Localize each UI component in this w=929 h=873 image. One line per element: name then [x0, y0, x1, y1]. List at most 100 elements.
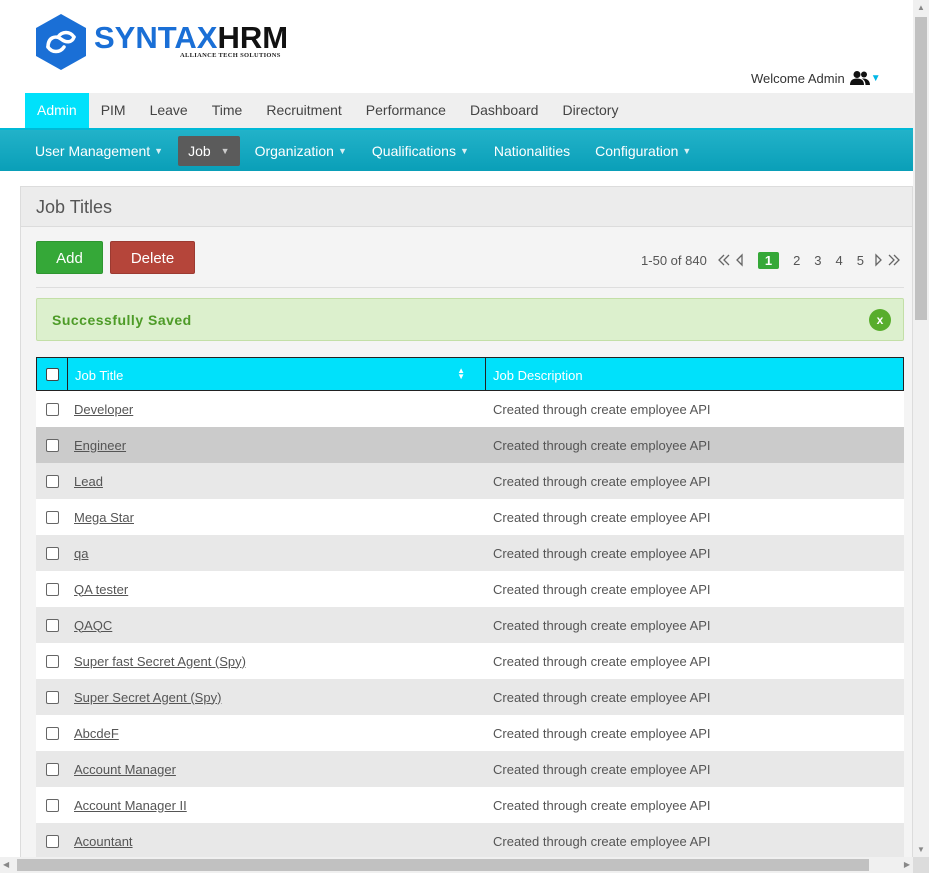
- pagination-count: 1-50 of 840: [641, 252, 707, 268]
- top-menu: Admin PIM Leave Time Recruitment Perform…: [25, 93, 913, 131]
- job-title-cell: Super Secret Agent (Spy): [68, 690, 487, 705]
- job-title-link[interactable]: Lead: [74, 474, 103, 489]
- job-title-link[interactable]: qa: [74, 546, 88, 561]
- top-menu-time[interactable]: Time: [200, 93, 255, 128]
- page-2[interactable]: 2: [793, 253, 800, 268]
- job-title-link[interactable]: Acountant: [74, 834, 133, 849]
- row-checkbox[interactable]: [45, 618, 59, 632]
- row-checkbox[interactable]: [45, 438, 59, 452]
- row-checkbox[interactable]: [45, 474, 59, 488]
- horizontal-scrollbar[interactable]: ◀ ▶: [0, 857, 913, 873]
- job-title-cell: Super fast Secret Agent (Spy): [68, 654, 487, 669]
- page-5[interactable]: 5: [857, 253, 864, 268]
- delete-button[interactable]: Delete: [110, 241, 195, 274]
- job-title-link[interactable]: Account Manager II: [74, 798, 187, 813]
- top-menu-performance[interactable]: Performance: [354, 93, 458, 128]
- users-icon: [849, 71, 870, 85]
- row-checkbox[interactable]: [45, 690, 59, 704]
- job-description-cell: Created through create employee API: [493, 509, 711, 525]
- job-description-cell: Created through create employee API: [493, 437, 711, 453]
- job-title-link[interactable]: Super Secret Agent (Spy): [74, 690, 221, 705]
- job-title-link[interactable]: Engineer: [74, 438, 126, 453]
- job-description-cell: Created through create employee API: [493, 833, 711, 849]
- horizontal-scroll-thumb[interactable]: [17, 859, 869, 871]
- vertical-scroll-thumb[interactable]: [915, 17, 927, 320]
- row-checkbox[interactable]: [45, 510, 59, 524]
- row-checkbox[interactable]: [45, 654, 59, 668]
- top-menu-dashboard[interactable]: Dashboard: [458, 93, 551, 128]
- row-checkbox-cell: [36, 726, 68, 740]
- sub-menu-nationalities[interactable]: Nationalities: [484, 136, 580, 166]
- previous-page-icon[interactable]: [733, 253, 747, 267]
- row-checkbox-cell: [36, 510, 68, 524]
- page-3[interactable]: 3: [814, 253, 821, 268]
- page-1[interactable]: 1: [757, 251, 780, 269]
- job-description-cell: Created through create employee API: [493, 545, 711, 561]
- row-checkbox-cell: [36, 582, 68, 596]
- next-page-icon[interactable]: [871, 253, 885, 267]
- page-4[interactable]: 4: [836, 253, 843, 268]
- close-icon[interactable]: x: [869, 309, 891, 331]
- table-row: Developer Created through create employee…: [36, 391, 904, 427]
- row-checkbox-cell: [36, 546, 68, 560]
- sub-menu-label: Qualifications: [371, 142, 456, 159]
- row-checkbox[interactable]: [45, 762, 59, 776]
- job-title-link[interactable]: Mega Star: [74, 510, 134, 525]
- top-menu-recruitment[interactable]: Recruitment: [254, 93, 353, 128]
- logo-accent-text: HRM: [217, 20, 289, 55]
- vertical-scrollbar[interactable]: ▲ ▼: [913, 0, 929, 857]
- sub-menu-label: Configuration: [595, 142, 679, 159]
- sub-menu-qualifications[interactable]: Qualifications ▼: [362, 136, 479, 166]
- row-checkbox[interactable]: [45, 798, 59, 812]
- column-header-job-description: Job Description: [493, 368, 583, 383]
- logo[interactable]: SYNTAXHRM ALLIANCE TECH SOLUTIONS: [34, 13, 294, 73]
- row-checkbox[interactable]: [45, 726, 59, 740]
- table-row: Lead Created through create employee API: [36, 463, 904, 499]
- table-body: Developer Created through create employee…: [36, 391, 904, 859]
- sub-menu-user-management[interactable]: User Management ▼: [25, 136, 173, 166]
- welcome-menu[interactable]: Welcome Admin ▼: [751, 70, 881, 86]
- job-title-link[interactable]: Super fast Secret Agent (Spy): [74, 654, 246, 669]
- job-title-link[interactable]: QAQC: [74, 618, 112, 633]
- row-checkbox[interactable]: [45, 546, 59, 560]
- job-title-cell: qa: [68, 546, 487, 561]
- last-page-icon[interactable]: [887, 253, 901, 267]
- row-checkbox-cell: [36, 690, 68, 704]
- row-checkbox[interactable]: [45, 582, 59, 596]
- column-header-job-title[interactable]: Job Title ▲ ▼: [68, 358, 486, 390]
- logo-main-text: SYNTAX: [94, 20, 218, 55]
- job-description-cell: Created through create employee API: [493, 797, 711, 813]
- job-title-cell: Engineer: [68, 438, 487, 453]
- scroll-up-icon[interactable]: ▲: [917, 3, 925, 12]
- job-title-link[interactable]: Developer: [74, 402, 133, 417]
- logo-hex-icon: [36, 14, 86, 70]
- first-page-icon[interactable]: [717, 253, 731, 267]
- top-menu-leave[interactable]: Leave: [138, 93, 200, 128]
- row-checkbox[interactable]: [45, 834, 59, 848]
- select-all-checkbox[interactable]: [45, 367, 59, 381]
- table-row: Super fast Secret Agent (Spy) Created thr…: [36, 643, 904, 679]
- sort-icon[interactable]: ▲ ▼: [457, 367, 465, 381]
- table-row: Engineer Created through create employee …: [36, 427, 904, 463]
- table-row: QAQC Created through create employee API: [36, 607, 904, 643]
- scroll-right-icon[interactable]: ▶: [904, 860, 910, 869]
- job-title-link[interactable]: QA tester: [74, 582, 128, 597]
- top-menu-pim[interactable]: PIM: [89, 93, 138, 128]
- sub-menu: User Management ▼ Job ▼ Organization ▼ Qual…: [0, 130, 913, 171]
- scroll-down-icon[interactable]: ▼: [917, 845, 925, 854]
- sub-menu-label: User Management: [35, 142, 151, 159]
- sub-menu-job[interactable]: Job ▼: [178, 135, 240, 166]
- sub-menu-configuration[interactable]: Configuration ▼: [585, 136, 701, 166]
- job-title-link[interactable]: Account Manager: [74, 762, 176, 777]
- job-title-link[interactable]: AbcdeF: [74, 726, 119, 741]
- sub-menu-label: Organization: [254, 142, 334, 159]
- sub-menu-organization[interactable]: Organization ▼: [245, 136, 357, 166]
- row-checkbox[interactable]: [45, 402, 59, 416]
- pagination: 1-50 of 840 1 2 3 4 5: [641, 251, 903, 269]
- add-button[interactable]: Add: [36, 241, 103, 274]
- row-checkbox-cell: [36, 798, 68, 812]
- top-menu-admin[interactable]: Admin: [25, 93, 89, 131]
- top-menu-directory[interactable]: Directory: [550, 93, 630, 128]
- job-description-cell: Created through create employee API: [493, 761, 711, 777]
- scroll-left-icon[interactable]: ◀: [3, 860, 9, 869]
